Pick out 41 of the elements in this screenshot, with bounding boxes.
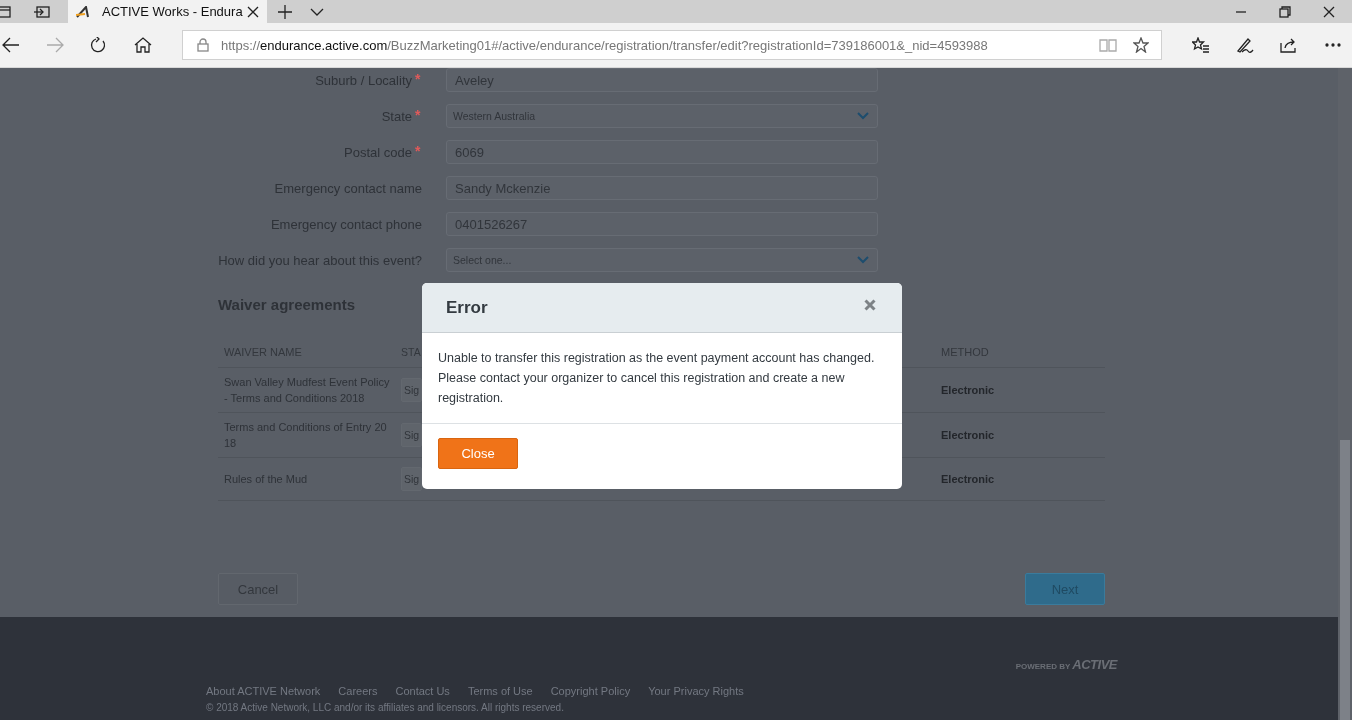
back-arrow-icon[interactable] <box>2 37 20 53</box>
brand-logo: ACTIVE <box>1072 657 1117 672</box>
required-marker: * <box>415 144 422 157</box>
required-marker: * <box>415 72 422 85</box>
dialog-title: Error <box>446 297 488 318</box>
table-cell-text: Electronic <box>940 384 996 396</box>
lock-icon <box>197 38 209 52</box>
close-icon[interactable] <box>1323 5 1335 18</box>
footer-link[interactable]: Careers <box>338 685 378 697</box>
browser-tab[interactable]: ACTIVE Works - Endura <box>68 0 267 23</box>
chevron-down-icon <box>857 256 869 264</box>
tab-title: ACTIVE Works - Endura <box>102 4 244 19</box>
tab-list-icon[interactable] <box>0 4 14 19</box>
table-cell-text: Electronic <box>940 429 996 441</box>
required-marker: * <box>415 108 422 121</box>
refresh-icon[interactable] <box>90 37 108 53</box>
footer-link[interactable]: About ACTIVE Network <box>206 685 321 697</box>
set-aside-tabs-icon[interactable] <box>34 4 50 19</box>
share-icon[interactable] <box>1280 37 1298 53</box>
copyright-text: © 2018 Active Network, LLC and/or its affiliates and licensors. All rights reserved. <box>206 702 565 713</box>
chevron-down-icon <box>857 112 869 120</box>
footer-link[interactable]: Contact Us <box>395 685 450 697</box>
close-button[interactable]: Close <box>438 438 518 469</box>
footer-link[interactable]: Terms of Use <box>467 685 533 697</box>
chevron-down-icon[interactable] <box>310 7 324 16</box>
scrollbar[interactable] <box>1338 68 1352 720</box>
address-field[interactable]: https://endurance.active.com/BuzzMarketing01#/active/endurance/registration/transfer/edit?registrationId=739186001&_nid=4593988 <box>182 30 1162 60</box>
error-message: Unable to transfer this registration as the event payment account has changed. Please contact your organizer to cancel this registration and create a new registration. <box>422 333 902 424</box>
table-cell-text: Electronic <box>940 473 996 485</box>
new-tab-icon[interactable] <box>278 4 292 19</box>
close-icon[interactable] <box>247 5 259 18</box>
star-icon[interactable] <box>1133 37 1149 53</box>
footer-link[interactable]: Copyright Policy <box>550 685 631 697</box>
favorites-icon[interactable] <box>1192 37 1210 53</box>
powered-by-text: POWERED BY <box>1015 662 1071 671</box>
brand-logo-icon <box>76 5 92 18</box>
home-icon[interactable] <box>134 37 152 53</box>
restore-icon[interactable] <box>1279 5 1291 18</box>
pen-icon[interactable] <box>1236 37 1254 53</box>
footer-link[interactable]: Your Privacy Rights <box>648 685 744 697</box>
scrollbar-thumb[interactable] <box>1340 440 1350 720</box>
